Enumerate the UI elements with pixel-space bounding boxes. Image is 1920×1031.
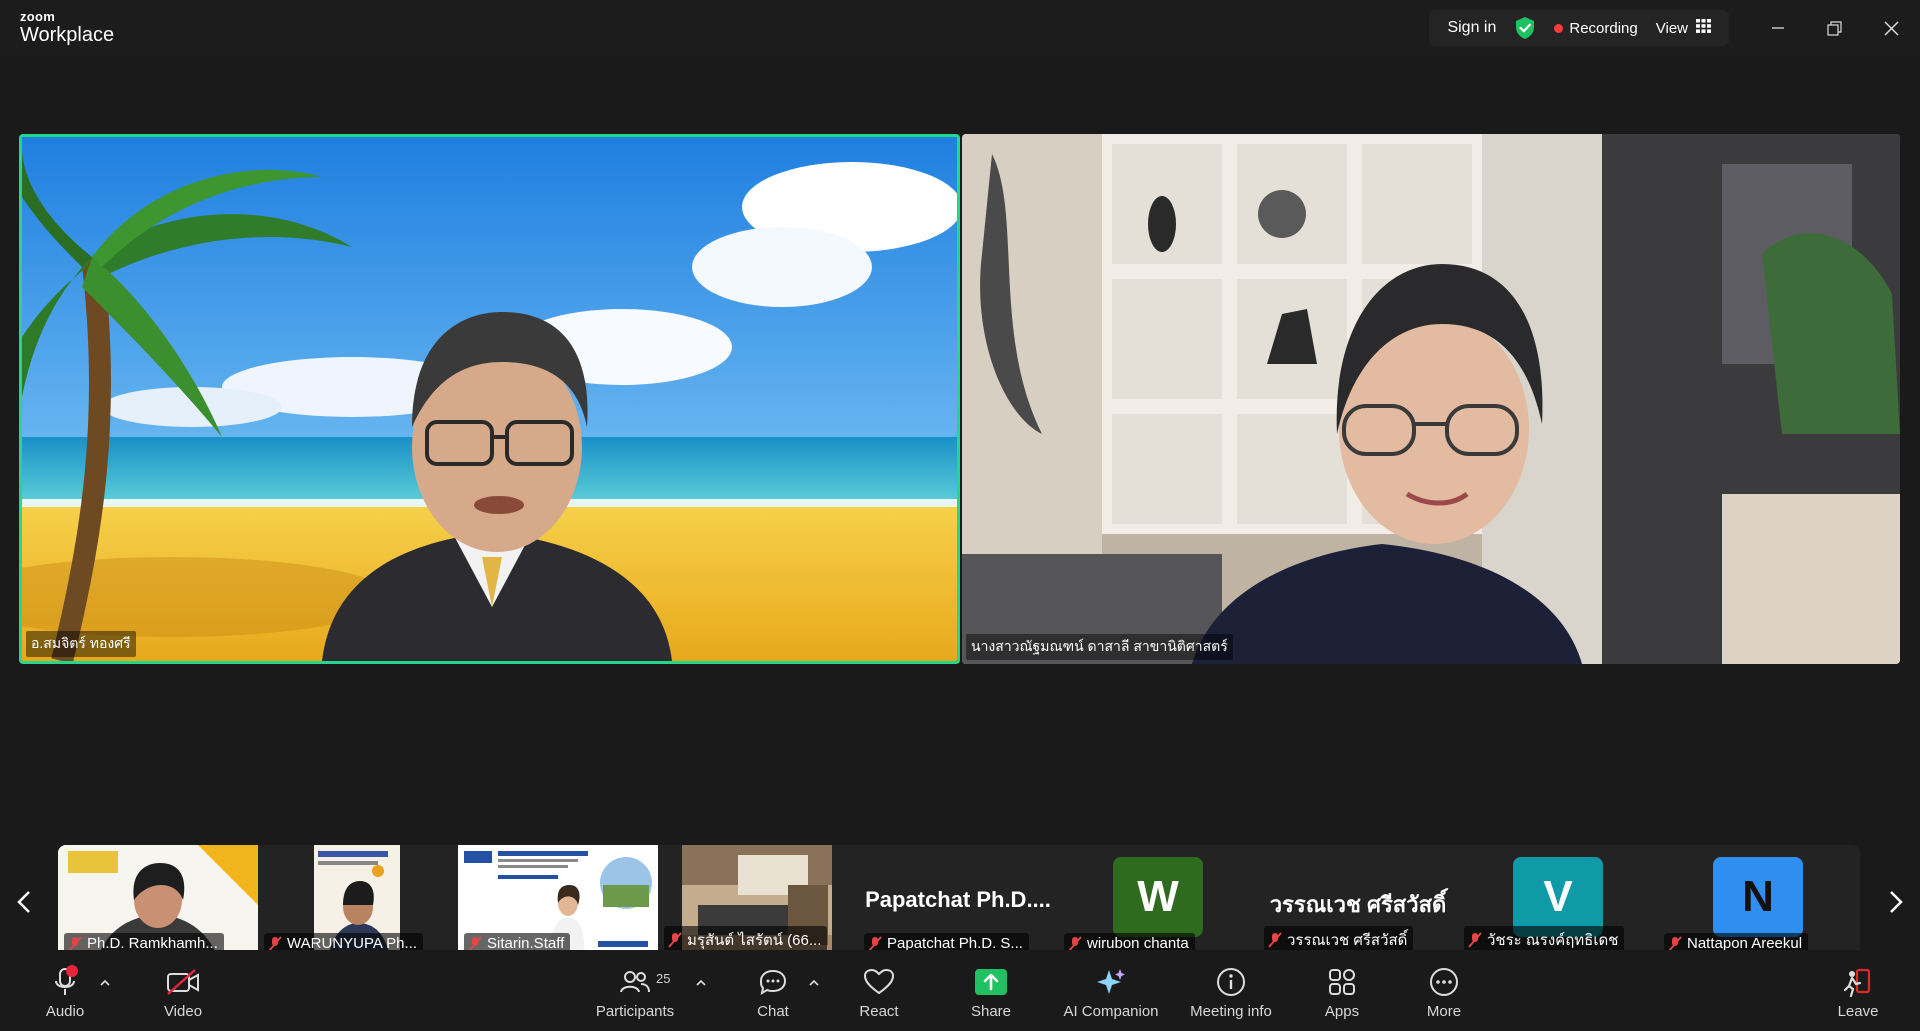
apps-icon — [1327, 965, 1357, 999]
audio-options-caret-icon[interactable] — [98, 976, 112, 990]
restore-icon[interactable] — [1806, 0, 1863, 56]
sparkle-icon — [1095, 965, 1127, 999]
participants-count: 25 — [656, 971, 671, 986]
apps-label: Apps — [1324, 1003, 1360, 1020]
meeting-info-button[interactable]: Meeting info — [1186, 950, 1276, 1031]
thumbnail-tile[interactable]: Papatchat Ph.D.... Papatchat Ph.D. S... — [858, 845, 1058, 958]
thumbnail-tile[interactable]: W wirubon chanta — [1058, 845, 1258, 958]
react-button[interactable]: React — [856, 950, 902, 1031]
video-stage: อ.สมจิตร์ ทองศรี นางสาวณัฐมณฑน์ ดาสาลี ส… — [0, 56, 1920, 958]
info-icon — [1215, 965, 1247, 999]
participants-label: Participants — [595, 1003, 675, 1020]
recording-dot-icon — [1554, 23, 1564, 33]
zoom-workplace-logo: zoom Workplace — [20, 10, 114, 45]
thumbnail-display-name: วรรณเวช ศรีสวัสดิ์ — [1269, 892, 1447, 917]
mic-muted-icon — [668, 932, 682, 948]
sign-in-button[interactable]: Sign in — [1447, 19, 1496, 37]
brand-large: Workplace — [20, 24, 115, 46]
video-label: Video — [163, 1003, 203, 1020]
avatar: N — [1713, 857, 1803, 937]
thumbnail-tile[interactable]: V วัชระ ณรงค์ฤทธิเดช — [1458, 845, 1658, 958]
ai-companion-label: AI Companion — [1063, 1003, 1159, 1020]
thumbnail-label: วัชระ ณรงค์ฤทธิเดช — [1487, 932, 1619, 949]
chat-button[interactable]: Chat — [752, 950, 794, 1031]
participant-name: อ.สมจิตร์ ทองศรี — [26, 631, 136, 657]
recording-label: Recording — [1569, 19, 1638, 37]
avatar: V — [1513, 857, 1603, 937]
audio-label: Audio — [45, 1003, 85, 1020]
heart-icon — [863, 965, 895, 999]
leave-icon — [1842, 965, 1874, 999]
view-button[interactable]: View — [1656, 19, 1711, 37]
close-icon[interactable] — [1863, 0, 1920, 56]
participant-video — [962, 134, 1900, 664]
chat-options-caret-icon[interactable] — [807, 976, 821, 990]
video-off-icon — [165, 965, 201, 999]
ai-companion-button[interactable]: AI Companion — [1062, 950, 1160, 1031]
brand-small: zoom — [20, 9, 56, 24]
leave-label: Leave — [1837, 1003, 1879, 1020]
recording-indicator[interactable]: Recording — [1554, 19, 1638, 37]
video-tile-participant[interactable]: นางสาวณัฐมณฑน์ ดาสาลี สาขานิติศาสตร์ — [962, 134, 1900, 664]
chat-icon — [758, 965, 788, 999]
thumbnail-tile[interactable]: WARUNYUPA Ph... — [258, 845, 458, 958]
share-screen-icon — [975, 965, 1007, 999]
mic-muted-icon — [1268, 932, 1282, 948]
strip-prev-arrow-icon[interactable] — [4, 884, 44, 920]
participants-icon — [620, 965, 650, 999]
window-controls — [1749, 0, 1920, 56]
participants-button[interactable]: Participants — [594, 950, 676, 1031]
mic-muted-icon — [1468, 932, 1482, 948]
thumbnail-tile[interactable]: N Nattapon Areekul — [1658, 845, 1858, 958]
apps-button[interactable]: Apps — [1322, 950, 1362, 1031]
participant-video — [22, 137, 957, 661]
meeting-toolbar: Audio Video Participants 25 Chat React S… — [0, 950, 1920, 1031]
thumbnail-tile[interactable]: Sitarin.Staff — [458, 845, 658, 958]
strip-next-arrow-icon[interactable] — [1876, 884, 1916, 920]
title-bar: zoom Workplace Sign in Recording View — [0, 0, 1920, 56]
thumbnail-display-name: Papatchat Ph.D.... — [865, 887, 1051, 912]
minimize-icon[interactable] — [1749, 0, 1806, 56]
participants-options-caret-icon[interactable] — [694, 976, 708, 990]
share-label: Share — [970, 1003, 1012, 1020]
thumbnail-label: วรรณเวช ศรีสวัสดิ์ — [1287, 932, 1408, 949]
participant-thumbnail-strip: Ph.D. Ramkhamh... WARUNYUPA Ph... Sitari… — [58, 845, 1860, 958]
header-controls: Sign in Recording View — [1429, 10, 1729, 46]
thumbnail-tile[interactable]: วรรณเวช ศรีสวัสดิ์ วรรณเวช ศรีสวัสดิ์ — [1258, 845, 1458, 958]
avatar: W — [1113, 857, 1203, 937]
audio-button[interactable]: Audio — [42, 950, 88, 1031]
thumbnail-label: มรุสันต์ ไสรัตน์ (66... — [687, 932, 822, 949]
more-icon — [1428, 965, 1460, 999]
view-label: View — [1655, 19, 1688, 37]
shield-check-icon[interactable] — [1514, 16, 1536, 40]
meeting-info-label: Meeting info — [1190, 1003, 1272, 1020]
microphone-icon — [50, 965, 80, 999]
chat-label: Chat — [757, 1003, 789, 1020]
thumbnail-tile[interactable]: Ph.D. Ramkhamh... — [58, 845, 258, 958]
more-button[interactable]: More — [1424, 950, 1464, 1031]
video-tile-active-speaker[interactable]: อ.สมจิตร์ ทองศรี — [19, 134, 960, 664]
thumbnail-tile[interactable]: มรุสันต์ ไสรัตน์ (66... — [658, 845, 858, 958]
video-button[interactable]: Video — [160, 950, 206, 1031]
leave-button[interactable]: Leave — [1836, 950, 1880, 1031]
grid-icon — [1696, 19, 1711, 37]
react-label: React — [859, 1003, 899, 1020]
more-label: More — [1426, 1003, 1462, 1020]
participant-name: นางสาวณัฐมณฑน์ ดาสาลี สาขานิติศาสตร์ — [966, 634, 1233, 660]
share-button[interactable]: Share — [968, 950, 1014, 1031]
